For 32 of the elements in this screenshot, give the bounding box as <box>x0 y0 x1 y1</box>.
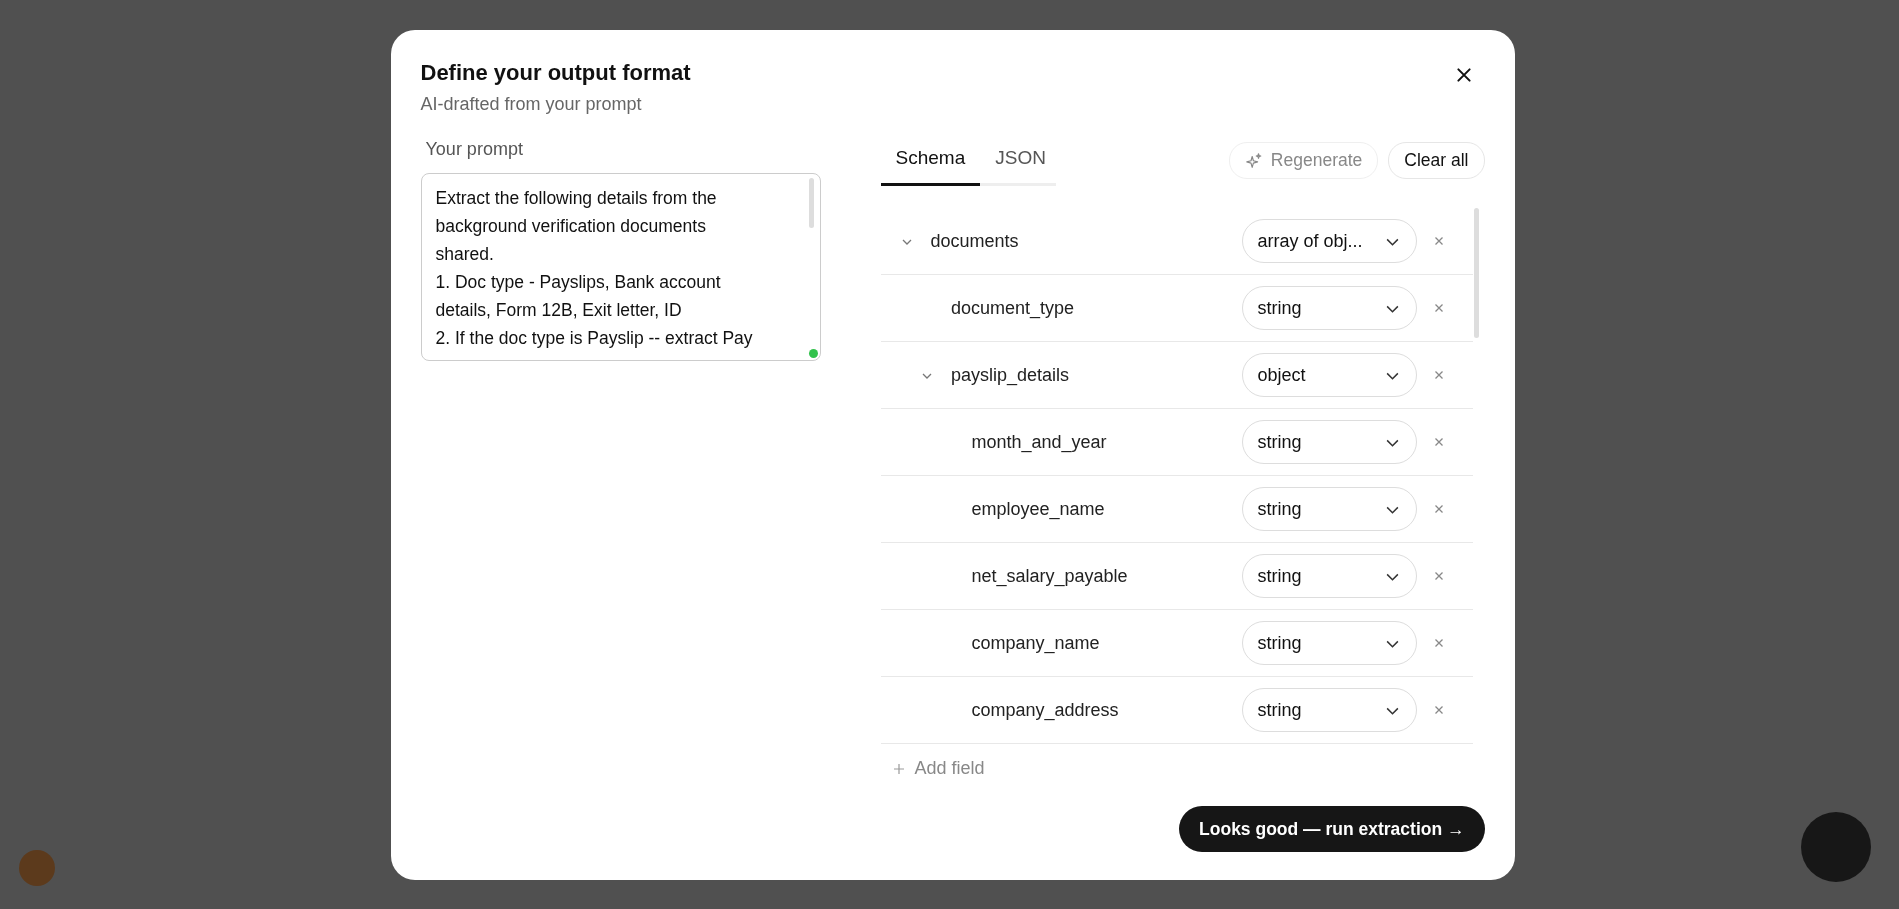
close-icon[interactable] <box>1454 66 1473 84</box>
field-name: month_and_year <box>971 431 1107 452</box>
add-field-button[interactable]: Add field <box>892 758 985 779</box>
remove-icon[interactable] <box>1432 369 1445 381</box>
dialog-title: Define your output format <box>420 60 691 86</box>
field-name: employee_name <box>971 498 1105 519</box>
remove-icon[interactable] <box>1432 503 1445 515</box>
tab[interactable]: JSON <box>980 135 1061 186</box>
field-name: document_type <box>951 297 1075 318</box>
scrollbar[interactable] <box>808 178 814 228</box>
clear-all-button[interactable]: Clear all <box>1388 142 1485 179</box>
tab[interactable]: Schema <box>880 135 981 186</box>
field-name: net_salary_payable <box>971 565 1128 586</box>
remove-icon[interactable] <box>1432 302 1445 314</box>
remove-icon[interactable] <box>1432 637 1445 649</box>
prompt-label: Your prompt <box>425 139 524 160</box>
field-name: company_name <box>971 632 1100 653</box>
remove-icon[interactable] <box>1432 235 1445 247</box>
remove-icon[interactable] <box>1432 704 1445 716</box>
field-name: documents <box>930 230 1019 251</box>
field-name: company_address <box>971 699 1119 720</box>
status-dot-icon <box>808 349 818 358</box>
avatar <box>19 850 55 886</box>
dialog-subtitle: AI-drafted from your prompt <box>420 94 643 115</box>
remove-icon[interactable] <box>1432 436 1445 448</box>
remove-icon[interactable] <box>1432 570 1445 582</box>
sparkle-icon <box>1244 151 1263 170</box>
plus-icon <box>892 762 905 775</box>
field-name: payslip_details <box>951 364 1070 385</box>
scrollbar[interactable] <box>1473 208 1479 338</box>
run-extraction-button[interactable]: Looks good — run extraction → <box>1179 806 1485 852</box>
prompt-field[interactable]: Extract the following details from the background verification documents shared. 1. Doc type - Payslips, Bank account details, Form 12B, Exit letter, ID 2. If the doc type is Payslip -- extract Pay <box>420 173 821 361</box>
